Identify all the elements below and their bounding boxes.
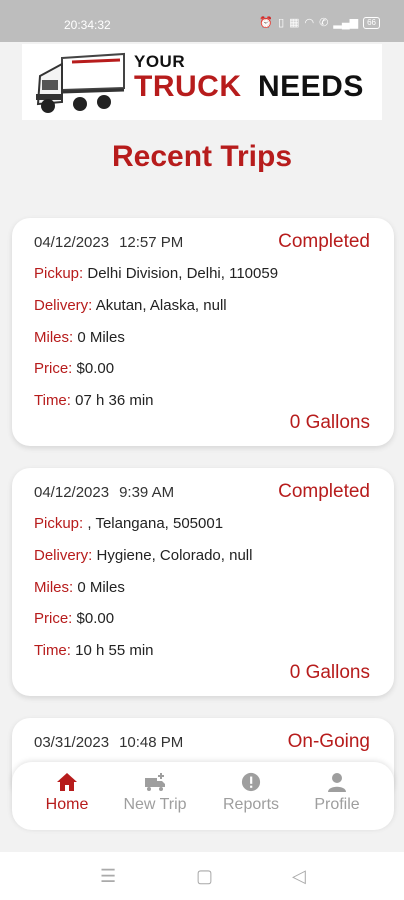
bottom-nav: Home New Trip Reports Profile: [12, 762, 394, 830]
signal-icon: ▂▄▆: [333, 17, 359, 29]
delivery-label: Delivery:: [34, 297, 93, 314]
price-label: Price:: [34, 610, 73, 627]
trip-duration: Time: 10 h 55 min: [34, 642, 154, 659]
trip-delivery: Delivery: Hygiene, Colorado, null: [34, 547, 252, 564]
trip-duration: Time: 07 h 36 min: [34, 392, 154, 409]
price-label: Price:: [34, 360, 73, 377]
miles-value: 0 Miles: [77, 329, 125, 346]
recent-apps-icon[interactable]: ☰: [100, 866, 116, 887]
duration-value: 07 h 36 min: [75, 392, 154, 409]
pickup-label: Pickup:: [34, 265, 84, 282]
trip-miles: Miles: 0 Miles: [34, 329, 125, 346]
trip-status: On-Going: [287, 731, 370, 752]
nav-home[interactable]: Home: [22, 772, 112, 814]
status-bar: 20:34:32 ⏰ ▯ ▦ ◠ ✆ ▂▄▆ 66: [0, 0, 404, 42]
trip-datetime: 04/12/2023 9:39 AM: [34, 484, 174, 501]
wifi-icon: ◠: [304, 17, 315, 29]
trip-card[interactable]: 04/12/2023 12:57 PM Completed Pickup: Del…: [12, 218, 394, 446]
miles-value: 0 Miles: [77, 579, 125, 596]
status-time: 20:34:32: [64, 18, 111, 32]
trip-date: 03/31/2023: [34, 734, 110, 751]
delivery-value: Hygiene, Colorado, null: [96, 547, 253, 564]
new-trip-icon: [145, 773, 165, 791]
call-icon: ✆: [319, 17, 329, 29]
trip-date: 04/12/2023: [34, 234, 110, 251]
trip-datetime: 04/12/2023 12:57 PM: [34, 234, 183, 251]
duration-value: 10 h 55 min: [75, 642, 154, 659]
price-value: $0.00: [76, 610, 115, 627]
delivery-value: Akutan, Alaska, null: [95, 297, 227, 314]
trip-price: Price: $0.00: [34, 360, 114, 377]
page-title: Recent Trips: [111, 140, 293, 173]
trip-price: Price: $0.00: [34, 610, 114, 627]
logo-word-truck: TRUCK: [134, 70, 242, 103]
nav-profile[interactable]: Profile: [292, 772, 382, 814]
vibrate-icon: ▯: [278, 17, 285, 29]
truck-logo-icon: [36, 52, 125, 113]
trip-miles: Miles: 0 Miles: [34, 579, 125, 596]
home-button-icon[interactable]: ▢: [196, 866, 213, 887]
home-icon: [57, 773, 77, 791]
pickup-value: , Telangana, 505001: [87, 515, 224, 532]
time-label: Time:: [34, 642, 71, 659]
alarm-icon: ⏰: [259, 17, 274, 29]
pickup-value: Delhi Division, Delhi, 110059: [87, 265, 279, 282]
trip-delivery: Delivery: Akutan, Alaska, null: [34, 297, 227, 314]
system-nav-bar: ☰ ▢ ◁: [0, 852, 404, 900]
profile-icon: [328, 773, 346, 792]
trip-card[interactable]: 04/12/2023 9:39 AM Completed Pickup: , Te…: [12, 468, 394, 696]
trip-pickup: Pickup: , Telangana, 505001: [34, 515, 223, 532]
trip-date: 04/12/2023: [34, 484, 110, 501]
delivery-label: Delivery:: [34, 547, 93, 564]
trip-time: 9:39 AM: [119, 484, 175, 501]
nav-new-trip[interactable]: New Trip: [110, 772, 200, 814]
trip-gallons: 0 Gallons: [289, 412, 370, 433]
nav-profile-label: Profile: [314, 796, 360, 813]
nav-home-label: Home: [45, 796, 89, 813]
trip-datetime: 03/31/2023 10:48 PM: [34, 734, 183, 751]
price-value: $0.00: [76, 360, 115, 377]
pickup-label: Pickup:: [34, 515, 84, 532]
back-icon[interactable]: ◁: [292, 866, 306, 887]
trip-time: 10:48 PM: [119, 734, 184, 751]
nav-new-trip-label: New Trip: [123, 796, 187, 813]
trip-pickup: Pickup: Delhi Division, Delhi, 110059: [34, 265, 278, 282]
reports-icon: [241, 772, 261, 792]
app-logo: YOUR TRUCK NEEDS: [22, 44, 382, 120]
status-icons: ⏰ ▯ ▦ ◠ ✆ ▂▄▆ 66: [259, 16, 380, 29]
logo-word-needs: NEEDS: [258, 70, 364, 103]
trip-status: Completed: [278, 481, 370, 502]
time-label: Time:: [34, 392, 71, 409]
miles-label: Miles:: [34, 579, 74, 596]
nfc-icon: ▦: [289, 17, 300, 29]
nav-reports-label: Reports: [222, 796, 280, 813]
miles-label: Miles:: [34, 329, 74, 346]
logo-word-your: YOUR: [134, 52, 186, 71]
trip-gallons: 0 Gallons: [289, 662, 370, 683]
trip-time: 12:57 PM: [119, 234, 184, 251]
battery-icon: 66: [363, 16, 380, 29]
nav-reports[interactable]: Reports: [206, 772, 296, 814]
trip-status: Completed: [278, 231, 370, 252]
